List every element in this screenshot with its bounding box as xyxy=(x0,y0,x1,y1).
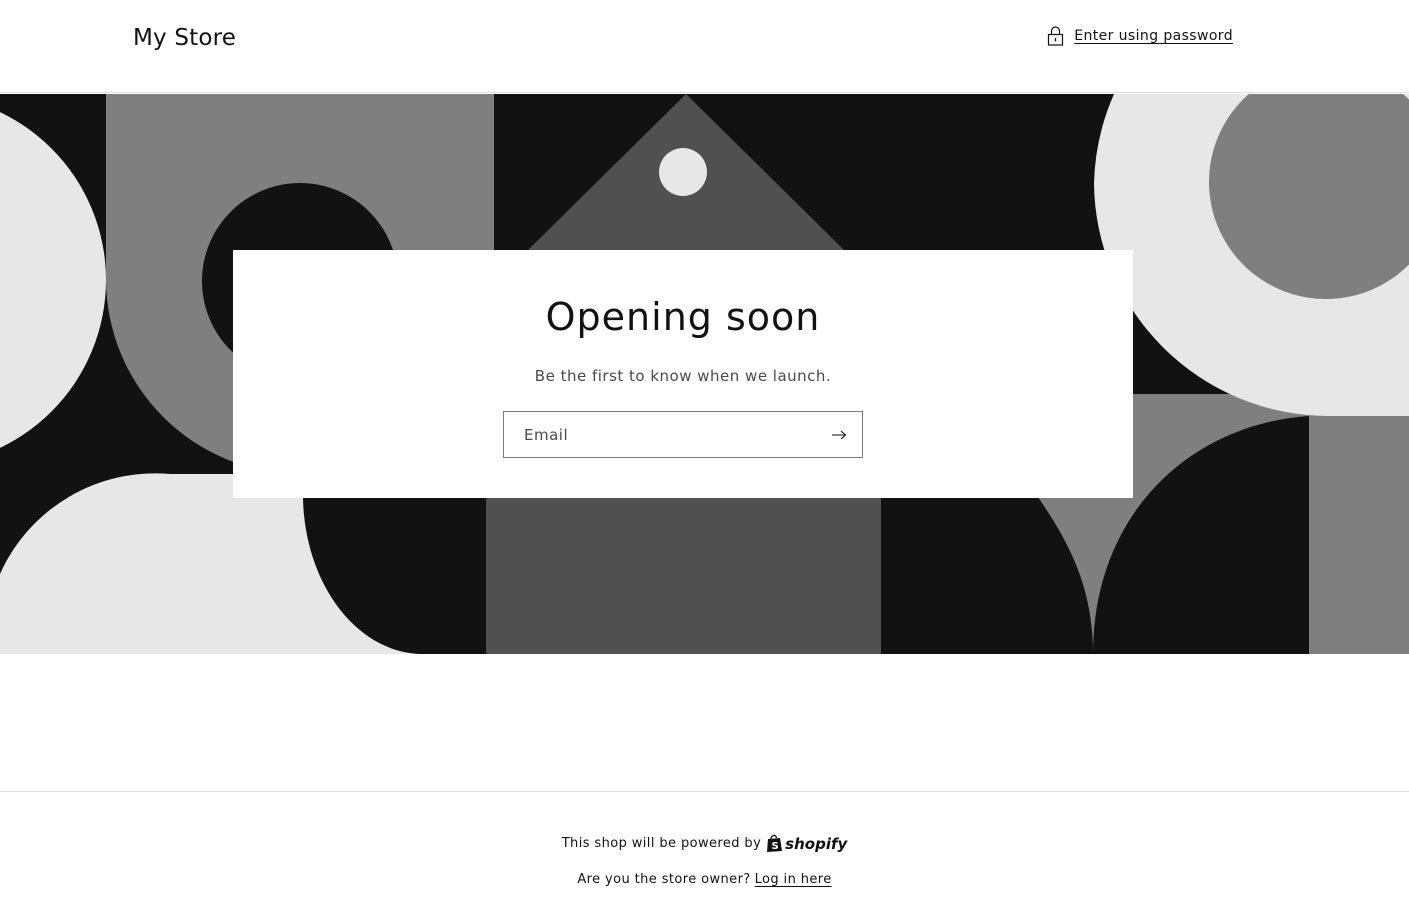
email-input[interactable] xyxy=(504,412,814,457)
owner-login-row: Are you the store owner? Log in here xyxy=(0,872,1409,887)
subscribe-button[interactable] xyxy=(816,412,862,457)
powered-by-text: This shop will be powered by xyxy=(561,836,762,851)
page-subtitle: Be the first to know when we launch. xyxy=(534,367,832,385)
shopify-wordmark: shopify xyxy=(785,834,848,853)
enter-password-link[interactable]: Enter using password xyxy=(1047,26,1233,46)
store-title[interactable]: My Store xyxy=(133,22,236,54)
shopify-bag-icon: S xyxy=(767,834,783,852)
email-form xyxy=(503,411,863,458)
owner-question: Are you the store owner? xyxy=(577,872,751,887)
enter-password-label: Enter using password xyxy=(1074,28,1233,44)
svg-text:S: S xyxy=(772,841,780,852)
lock-icon xyxy=(1048,26,1064,46)
site-footer: This shop will be powered by S shopify A… xyxy=(0,791,1409,917)
login-link[interactable]: Log in here xyxy=(755,872,832,887)
powered-by-row: This shop will be powered by S shopify xyxy=(0,834,1409,853)
shopify-logo[interactable]: S shopify xyxy=(766,834,847,853)
arrow-right-icon xyxy=(831,430,846,439)
page-title: Opening soon xyxy=(545,295,821,339)
site-header: My Store Enter using password xyxy=(0,0,1409,93)
newsletter-card: Opening soon Be the first to know when w… xyxy=(233,250,1133,498)
